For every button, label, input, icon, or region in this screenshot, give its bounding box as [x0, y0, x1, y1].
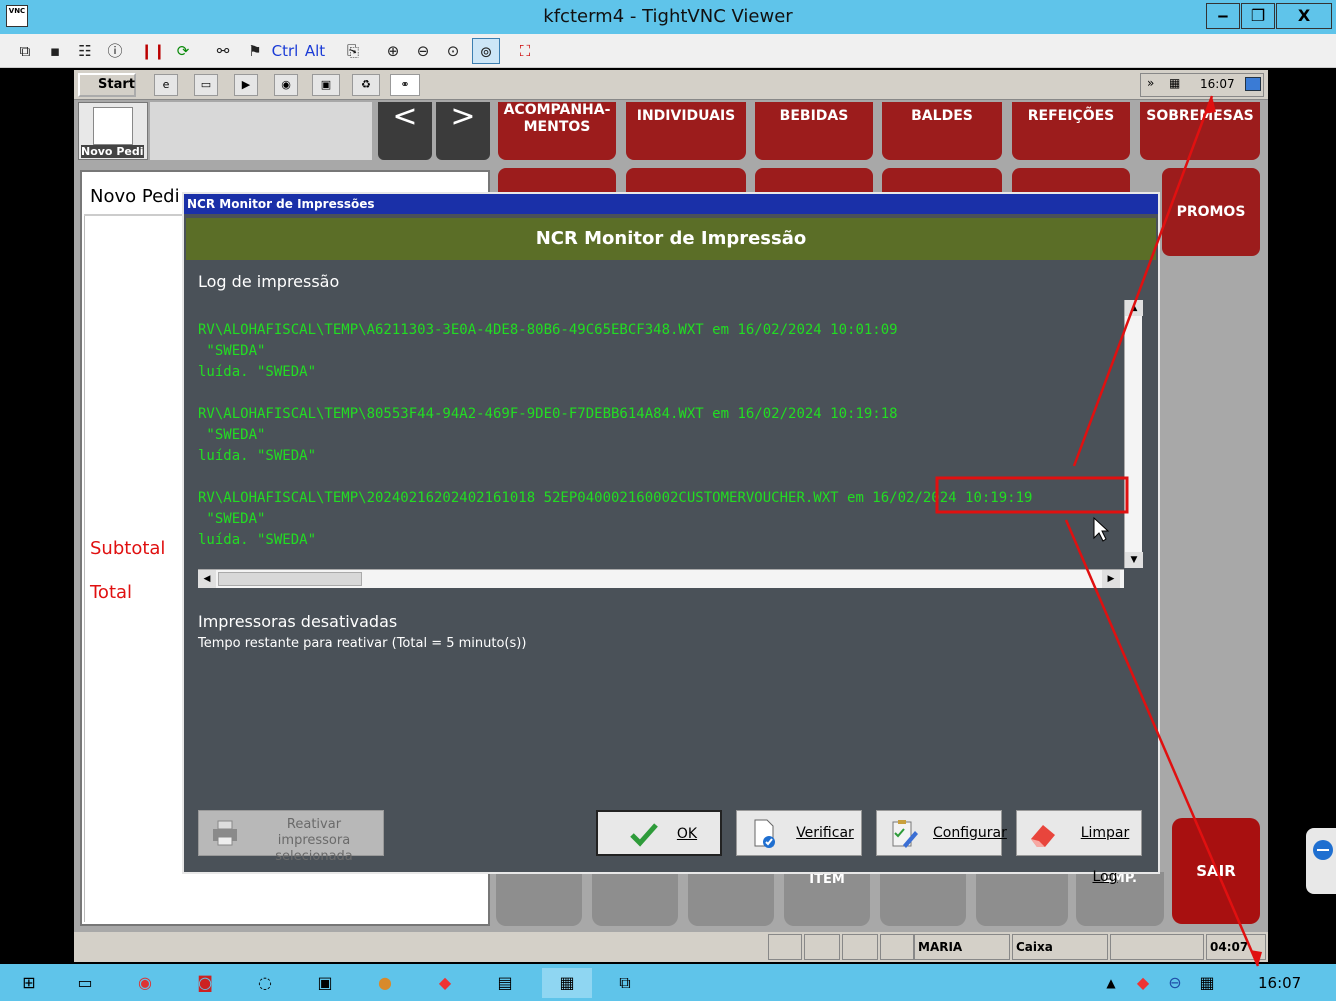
annotation-arrow-down — [1064, 519, 1260, 967]
annotation-highlight-box — [935, 476, 1129, 514]
annotation-arrow-up — [1072, 95, 1214, 467]
annotation-overlay — [935, 95, 1262, 967]
mouse-cursor-icon — [1093, 516, 1110, 542]
